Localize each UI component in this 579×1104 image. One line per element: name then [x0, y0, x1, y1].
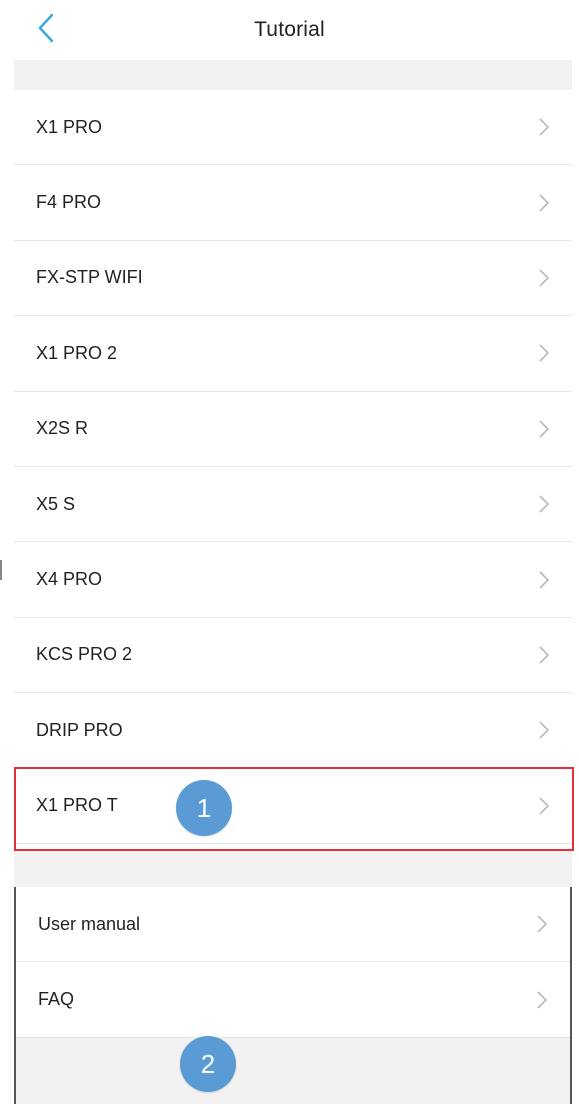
chevron-right-icon: [539, 118, 550, 136]
product-label: DRIP PRO: [36, 719, 123, 740]
resource-label: FAQ: [38, 989, 75, 1010]
chevron-right-icon: [539, 194, 550, 212]
bottom-spacer: [14, 1038, 572, 1104]
section-spacer: [14, 851, 572, 887]
product-item-x1-pro[interactable]: X1 PRO: [14, 90, 572, 166]
back-button[interactable]: [28, 10, 64, 46]
chevron-right-icon: [539, 721, 550, 739]
section-spacer: [14, 60, 572, 90]
product-label: KCS PRO 2: [36, 644, 133, 665]
product-label: X1 PRO T: [36, 795, 118, 816]
product-item-x5-s[interactable]: X5 S: [14, 466, 572, 543]
product-label: X1 PRO: [36, 116, 103, 137]
chevron-right-icon: [539, 420, 550, 438]
chevron-right-icon: [539, 269, 550, 287]
product-label: X5 S: [36, 493, 76, 514]
chevron-right-icon: [539, 344, 550, 362]
product-label: X4 PRO: [36, 569, 103, 590]
edge-marker: [0, 560, 4, 580]
product-label: FX-STP WIFI: [36, 267, 143, 288]
product-item-fx-stp-wifi[interactable]: FX-STP WIFI: [14, 240, 572, 317]
product-item-f4-pro[interactable]: F4 PRO: [14, 165, 572, 241]
product-label: X2S R: [36, 418, 89, 439]
step-callout-1: 1: [176, 780, 232, 836]
product-item-x2s-r[interactable]: X2S R: [14, 391, 572, 467]
resource-label: User manual: [38, 913, 141, 934]
resource-list: User manual FAQ: [14, 887, 572, 1038]
product-item-x4-pro[interactable]: X4 PRO: [14, 542, 572, 618]
chevron-right-icon: [537, 991, 548, 1009]
nav-header: Tutorial: [0, 0, 579, 60]
product-item-kcs-pro-2[interactable]: KCS PRO 2: [14, 617, 572, 694]
tutorial-screen: Tutorial X1 PRO F4 PRO FX-STP WIFI X1 PR…: [0, 0, 579, 1104]
faq-item[interactable]: FAQ: [16, 962, 570, 1038]
chevron-right-icon: [539, 797, 550, 815]
product-item-drip-pro[interactable]: DRIP PRO: [14, 693, 572, 769]
product-item-x1-pro-t[interactable]: X1 PRO T: [14, 768, 572, 844]
chevron-right-icon: [537, 915, 548, 933]
user-manual-item[interactable]: User manual: [16, 887, 570, 963]
chevron-left-icon: [38, 13, 54, 43]
product-label: X1 PRO 2: [36, 342, 118, 363]
step-callout-2: 2: [180, 1036, 236, 1092]
page-title: Tutorial: [254, 18, 325, 41]
product-list: X1 PRO F4 PRO FX-STP WIFI X1 PRO 2 X2S R…: [14, 90, 572, 844]
chevron-right-icon: [539, 495, 550, 513]
chevron-right-icon: [539, 570, 550, 589]
product-label: F4 PRO: [36, 192, 102, 213]
chevron-right-icon: [539, 646, 550, 664]
product-item-x1-pro-2[interactable]: X1 PRO 2: [14, 316, 572, 392]
